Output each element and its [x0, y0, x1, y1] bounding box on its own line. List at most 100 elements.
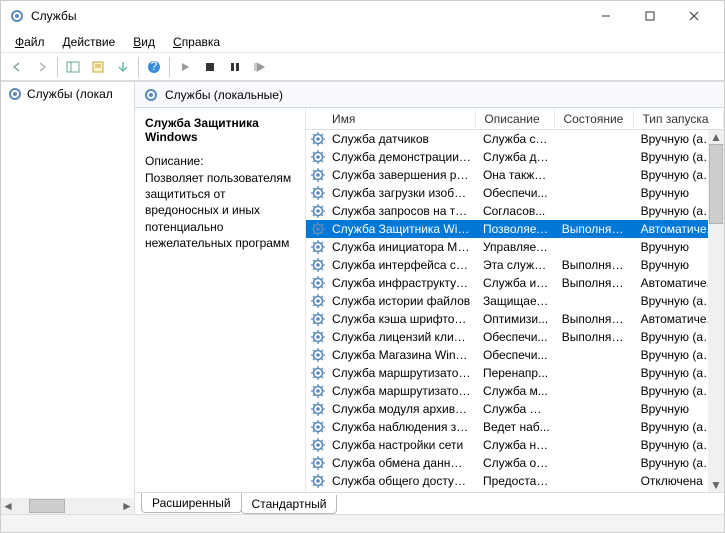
table-row[interactable]: Служба лицензий клиент...Обеспечи...Выпо…: [306, 328, 724, 346]
table-row[interactable]: Служба общих сетевых ре...Общий дос...Вр…: [306, 490, 724, 492]
tab-extended[interactable]: Расширенный: [141, 493, 242, 513]
table-row[interactable]: Служба общего доступа к...Предостав...От…: [306, 472, 724, 490]
help-button[interactable]: ?: [142, 55, 166, 79]
cell-name: Служба Магазина Window...: [326, 348, 477, 362]
tab-standard[interactable]: Стандартный: [241, 495, 338, 514]
scroll-down-icon[interactable]: ▼: [709, 478, 723, 492]
gear-icon: [310, 275, 326, 291]
toolbar-sep3: [169, 57, 170, 77]
cell-name: Служба истории файлов: [326, 294, 477, 308]
col-state[interactable]: Состояние: [555, 109, 634, 129]
cell-description: Обеспечи...: [477, 330, 556, 344]
cell-description: Служба де...: [477, 150, 556, 164]
table-row[interactable]: Служба завершения рабо...Она также...Вру…: [306, 166, 724, 184]
gear-icon: [310, 401, 326, 417]
gear-icon: [310, 437, 326, 453]
service-list[interactable]: Служба датчиковСлужба се...Вручную (ак..…: [306, 130, 724, 492]
column-headers: Имя Описание Состояние Тип запуска: [306, 108, 724, 130]
tree-root[interactable]: Службы (локал: [1, 82, 134, 106]
toolbar-sep: [57, 57, 58, 77]
table-row[interactable]: Служба Защитника Windo...Позволяет...Вып…: [306, 220, 724, 238]
table-row[interactable]: Служба маршрутизатора ...Перенапр...Вруч…: [306, 364, 724, 382]
cell-state: Выполняется: [556, 312, 635, 326]
description-label: Описание:: [145, 154, 295, 168]
gear-icon: [9, 8, 25, 24]
table-row[interactable]: Служба обмена данными ...Служба об...Вру…: [306, 454, 724, 472]
cell-description: Служба се...: [477, 132, 556, 146]
cell-description: Служба м...: [477, 384, 556, 398]
cell-state: Выполняется: [556, 258, 635, 272]
table-row[interactable]: Служба истории файловЗащищает...Вручную …: [306, 292, 724, 310]
show-hide-tree-button[interactable]: [61, 55, 85, 79]
table-row[interactable]: Служба Магазина Window...Обеспечи...Вруч…: [306, 346, 724, 364]
scroll-left-icon[interactable]: ◄: [1, 499, 15, 513]
table-row[interactable]: Служба маршрутизатора ...Служба м...Вруч…: [306, 382, 724, 400]
col-startup[interactable]: Тип запуска: [634, 109, 724, 129]
table-row[interactable]: Служба инициатора Май...Управляет...Вруч…: [306, 238, 724, 256]
menu-view[interactable]: Вид: [125, 33, 163, 51]
cell-description: Обеспечи...: [477, 186, 556, 200]
cell-description: Ведет наб...: [477, 420, 556, 434]
table-row[interactable]: Служба настройки сетиСлужба на...Вручную…: [306, 436, 724, 454]
gear-icon: [310, 149, 326, 165]
table-row[interactable]: Служба кэша шрифтов Wi...Оптимизи...Выпо…: [306, 310, 724, 328]
scroll-thumb[interactable]: [709, 144, 723, 224]
scroll-up-icon[interactable]: ▲: [709, 130, 723, 144]
gear-icon: [310, 293, 326, 309]
gear-icon: [310, 455, 326, 471]
table-row[interactable]: Служба запросов на тене...Согласов...Вру…: [306, 202, 724, 220]
menubar: Файл Действие Вид Справка: [1, 31, 724, 53]
start-service-button[interactable]: [173, 55, 197, 79]
toolbar: ?: [1, 53, 724, 81]
gear-icon: [310, 203, 326, 219]
toolbar-sep2: [138, 57, 139, 77]
cell-name: Служба модуля архиваци...: [326, 402, 477, 416]
selected-service-title: Служба Защитника Windows: [145, 116, 295, 144]
tree-hscroll[interactable]: ◄ ►: [1, 498, 134, 514]
scroll-thumb[interactable]: [29, 499, 65, 513]
cell-state: Выполняется: [556, 330, 635, 344]
properties-button[interactable]: [86, 55, 110, 79]
table-row[interactable]: Служба наблюдения за да...Ведет наб...Вр…: [306, 418, 724, 436]
maximize-button[interactable]: [628, 1, 672, 31]
back-button[interactable]: [5, 55, 29, 79]
cell-description: Оптимизи...: [477, 312, 556, 326]
tabs: Расширенный Стандартный: [135, 492, 724, 514]
tree-pane: Службы (локал ◄ ►: [1, 82, 135, 514]
cell-description: Управляет...: [477, 240, 556, 254]
col-description[interactable]: Описание: [476, 109, 555, 129]
table-row[interactable]: Служба интерфейса сохра...Эта служб...Вы…: [306, 256, 724, 274]
menu-action[interactable]: Действие: [55, 33, 124, 51]
cell-description: Служба об...: [477, 456, 556, 470]
table-row[interactable]: Служба загрузки изображ...Обеспечи...Вру…: [306, 184, 724, 202]
cell-description: Служба W...: [477, 402, 556, 416]
gear-icon: [310, 131, 326, 147]
table-row[interactable]: Служба демонстрации ма...Служба де...Вру…: [306, 148, 724, 166]
scroll-track[interactable]: [709, 144, 723, 478]
gear-icon: [310, 221, 326, 237]
gear-icon: [310, 419, 326, 435]
pause-service-button[interactable]: [223, 55, 247, 79]
main-pane: Службы (локальные) Служба Защитника Wind…: [135, 82, 724, 514]
cell-name: Служба общего доступа к...: [326, 474, 477, 488]
table-row[interactable]: Служба датчиковСлужба се...Вручную (ак..…: [306, 130, 724, 148]
list-vscroll[interactable]: ▲ ▼: [708, 130, 724, 492]
main-header-title: Службы (локальные): [165, 88, 283, 102]
export-list-button[interactable]: [111, 55, 135, 79]
table-row[interactable]: Служба модуля архиваци...Служба W...Вруч…: [306, 400, 724, 418]
cell-description: Эта служб...: [477, 258, 556, 272]
minimize-button[interactable]: [584, 1, 628, 31]
close-button[interactable]: [672, 1, 716, 31]
forward-button[interactable]: [30, 55, 54, 79]
menu-file[interactable]: Файл: [7, 33, 53, 51]
scroll-right-icon[interactable]: ►: [120, 499, 134, 513]
restart-service-button[interactable]: [248, 55, 272, 79]
menu-help[interactable]: Справка: [165, 33, 228, 51]
cell-name: Служба загрузки изображ...: [326, 186, 477, 200]
stop-service-button[interactable]: [198, 55, 222, 79]
cell-name: Служба Защитника Windo...: [326, 222, 477, 236]
cell-description: Она также...: [477, 168, 556, 182]
table-row[interactable]: Служба инфраструктуры ...Служба ин...Вып…: [306, 274, 724, 292]
col-name[interactable]: Имя: [306, 109, 476, 129]
cell-name: Служба запросов на тене...: [326, 204, 477, 218]
